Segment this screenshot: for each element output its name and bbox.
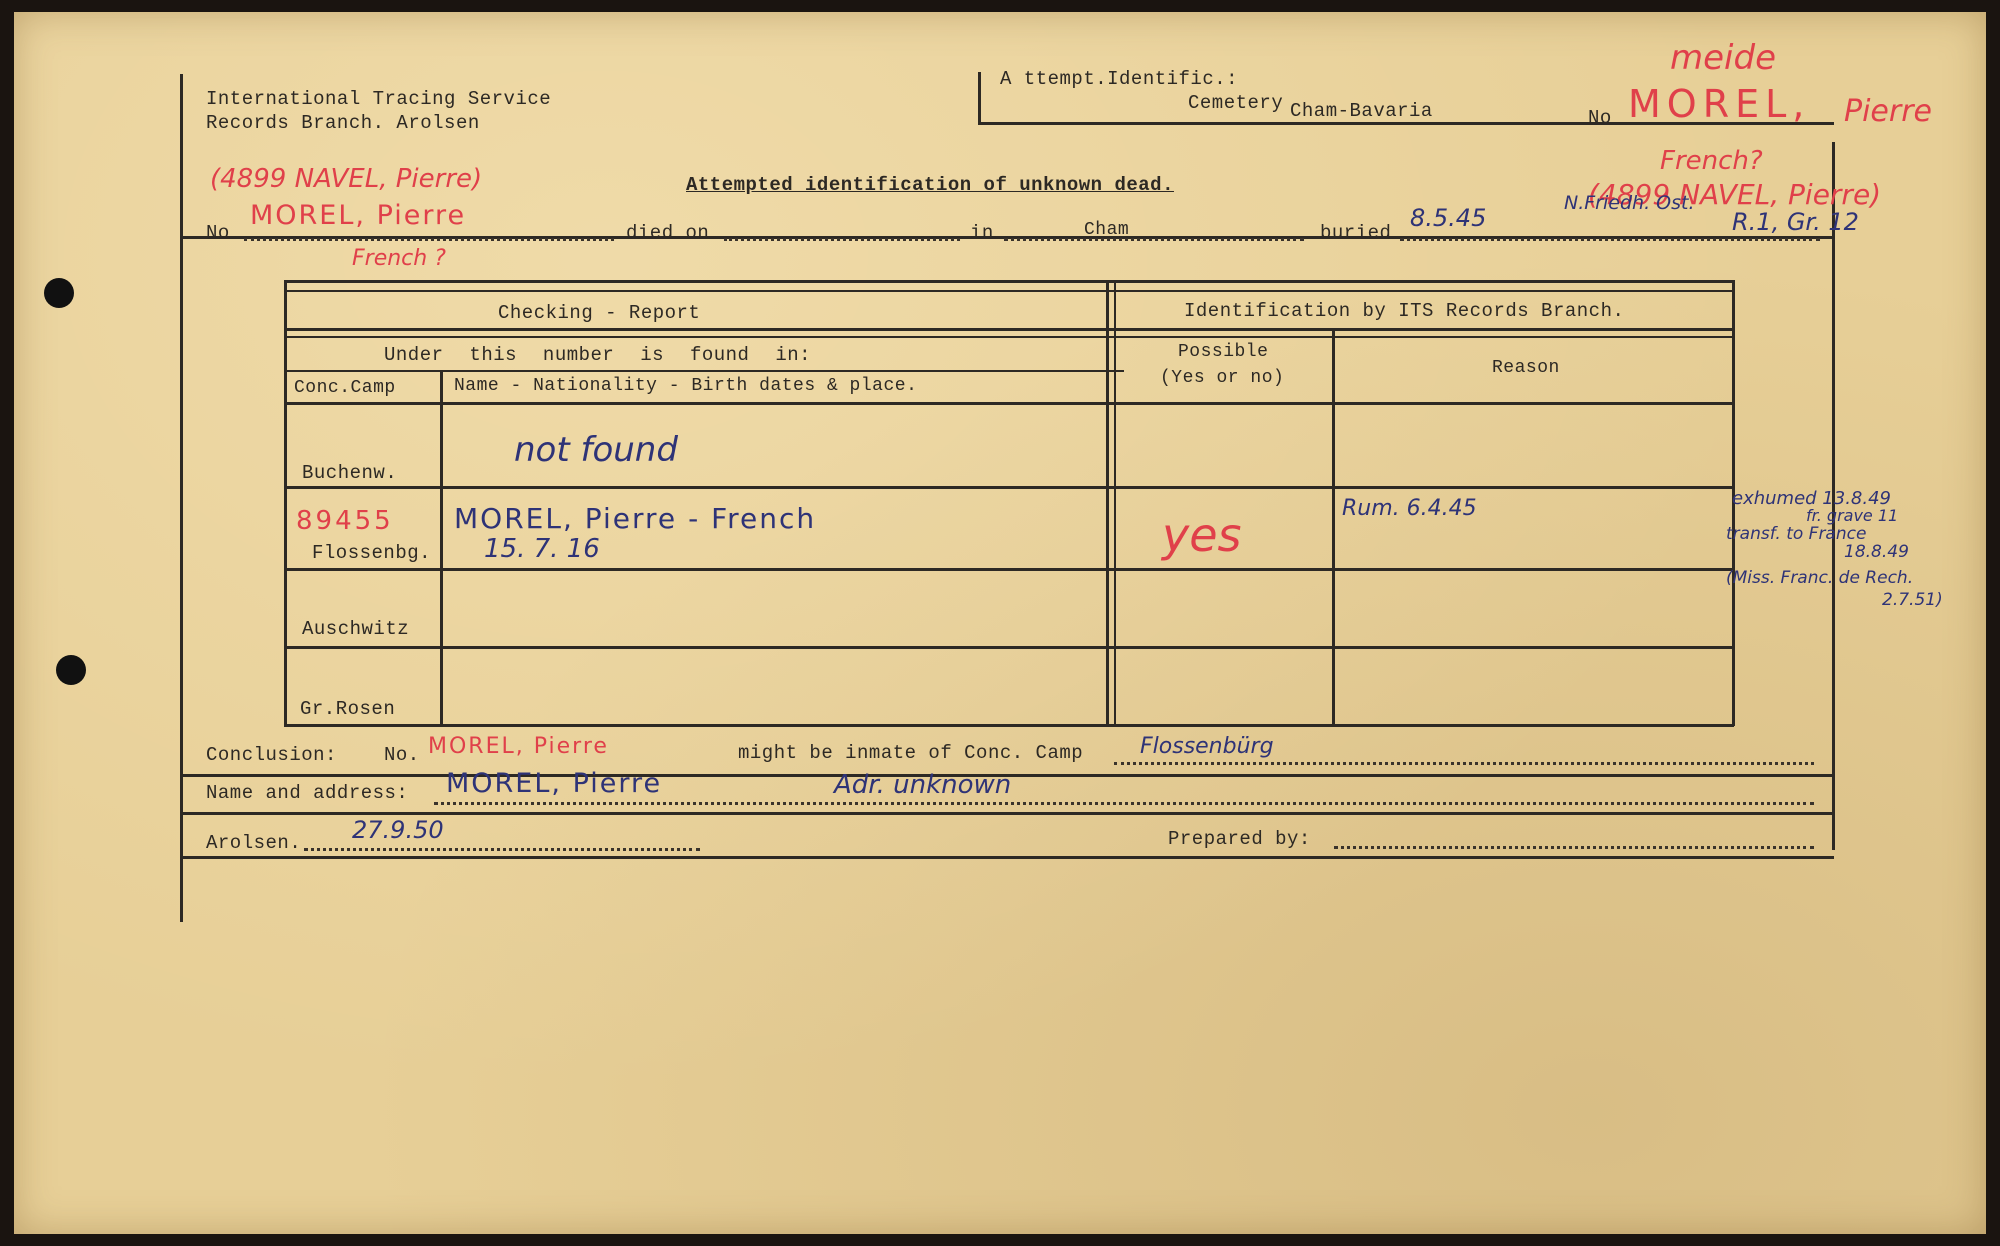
col-reason-header: Reason	[1492, 358, 1560, 378]
conclusion-no-value: MOREL, Pierre	[428, 734, 609, 759]
table-sub-rule	[284, 370, 1124, 372]
table-camp-col-rule	[440, 370, 443, 726]
row-details-buchenwald: not found	[514, 430, 678, 470]
cemetery-label: Cemetery	[1188, 92, 1284, 114]
table-top-rule-2	[284, 290, 1734, 292]
card-title: Attempted identification of unknown dead…	[686, 174, 1174, 196]
arolsen-label: Arolsen.	[206, 832, 302, 854]
name-value: MOREL, Pierre	[446, 768, 663, 799]
table-header-rule	[284, 328, 1734, 331]
handwritten-french-top: French?	[1660, 146, 1763, 176]
died-label: died on	[626, 222, 710, 244]
address-value: Adr. unknown	[834, 770, 1012, 800]
table-row3-rule	[284, 646, 1734, 649]
frame-left-line	[180, 74, 183, 922]
punch-hole-bottom	[56, 655, 86, 685]
under-number-header: Under this number is found in:	[384, 344, 812, 366]
row-number-flossenburg: 89455	[296, 506, 394, 536]
conclusion-label: Conclusion:	[206, 744, 337, 766]
conclusion-no-label: No.	[384, 744, 420, 766]
org-name: International Tracing Service	[206, 88, 552, 110]
arolsen-date: 27.9.50	[352, 816, 444, 844]
record-no-label: No	[206, 222, 230, 244]
in-value: Cham	[1084, 220, 1130, 240]
prepared-by-dots	[1334, 846, 1814, 849]
table-bottom-rule	[284, 724, 1734, 727]
address-rule	[180, 812, 1834, 815]
table-top-rule	[284, 280, 1734, 283]
row-birthdate-flossenburg: 15. 7. 16	[484, 534, 600, 564]
cemetery-box-left	[978, 72, 981, 124]
margin-note-line2: fr. grave 11	[1806, 506, 1899, 525]
in-label: in	[970, 222, 994, 244]
buried-date: 8.5.45	[1410, 204, 1487, 232]
row-possible-flossenburg: yes	[1162, 508, 1242, 562]
col-possible-header-1: Possible	[1178, 342, 1269, 362]
record-no-dots	[244, 238, 614, 241]
org-branch: Records Branch. Arolsen	[206, 112, 480, 134]
col-camp-header: Conc.Camp	[294, 378, 396, 398]
table-left-rule	[284, 280, 287, 726]
row-reason-flossenburg: Rum. 6.4.45	[1342, 496, 1477, 521]
buried-label: buried	[1320, 222, 1392, 244]
buried-grave: R.1, Gr. 12	[1732, 208, 1859, 236]
row-camp-flossenburg: Flossenbg.	[312, 542, 432, 564]
table-possible-col-rule	[1332, 330, 1335, 726]
table-colhead-rule	[284, 402, 1734, 405]
table-row2-rule	[284, 568, 1734, 571]
conclusion-camp-dots	[1114, 762, 1814, 765]
handwritten-meide: meide	[1670, 38, 1776, 78]
table-mid-rule	[1106, 280, 1109, 726]
table-mid-rule-2	[1114, 280, 1116, 726]
record-no-value: MOREL, Pierre	[250, 200, 467, 231]
conclusion-camp-value: Flossenbürg	[1140, 734, 1274, 759]
conclusion-middle-text: might be inmate of Conc. Camp	[738, 742, 1084, 764]
margin-note-line5: (Miss. Franc. de Rech.	[1726, 568, 1914, 588]
checking-report-header: Checking - Report	[498, 302, 701, 324]
punch-hole-top	[44, 278, 74, 308]
index-card: International Tracing Service Records Br…	[14, 12, 1986, 1234]
header-no-value: MOREL,	[1628, 82, 1811, 126]
table-header-rule-2	[284, 336, 1734, 338]
handwritten-navel-left: (4899 NAVEL, Pierre)	[210, 164, 483, 194]
identification-header: Identification by ITS Records Branch.	[1184, 300, 1625, 322]
cemetery-value: Cham-Bavaria	[1290, 100, 1433, 122]
row-camp-auschwitz: Auschwitz	[302, 618, 410, 640]
name-address-label: Name and address:	[206, 782, 409, 804]
col-details-header: Name - Nationality - Birth dates & place…	[454, 376, 918, 396]
name-address-dots	[434, 802, 1814, 805]
header-no-value-first: Pierre	[1844, 94, 1933, 129]
col-possible-header-2: (Yes or no)	[1160, 368, 1285, 388]
footer-rule	[180, 856, 1834, 859]
table-row1-rule	[284, 486, 1734, 489]
margin-note-line3: transf. to France	[1726, 524, 1867, 544]
row-camp-buchenwald: Buchenw.	[302, 462, 398, 484]
arolsen-dots	[304, 848, 700, 851]
handwritten-french-note: French ?	[352, 246, 446, 271]
prepared-by-label: Prepared by:	[1168, 828, 1311, 850]
buried-place: N.Friedh. Ost.	[1564, 192, 1695, 214]
attempt-label: A ttempt.Identific.:	[1000, 68, 1239, 90]
buried-dots	[1400, 238, 1820, 241]
row-details-flossenburg: MOREL, Pierre - French	[454, 502, 817, 535]
row-camp-grossrosen: Gr.Rosen	[300, 698, 396, 720]
in-dots	[1004, 238, 1304, 241]
margin-note-line4: 18.8.49	[1844, 542, 1909, 562]
margin-note-line6: 2.7.51)	[1882, 590, 1943, 610]
died-dots	[724, 238, 960, 241]
header-no-label: No	[1588, 107, 1612, 129]
